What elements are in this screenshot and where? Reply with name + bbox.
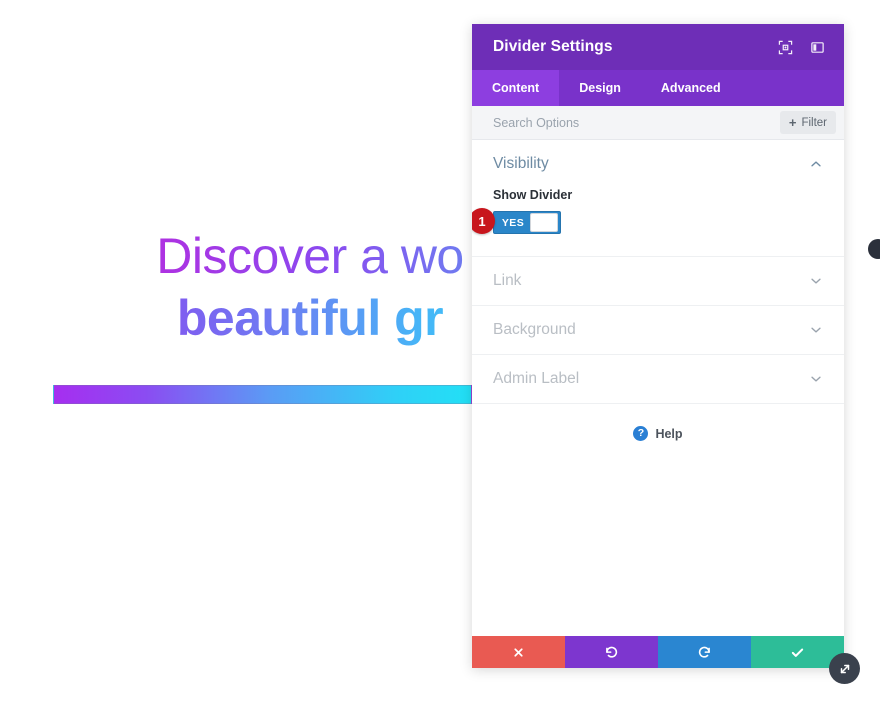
group-title-visibility: Visibility	[493, 155, 549, 172]
toggle-knob[interactable]	[530, 213, 558, 232]
filter-button[interactable]: + Filter	[779, 111, 836, 134]
chevron-down-icon[interactable]	[809, 372, 823, 386]
resize-handle[interactable]	[829, 653, 860, 684]
screen: Discover a wo beautiful gr Divider Setti…	[0, 0, 880, 704]
group-title-admin-label: Admin Label	[493, 370, 580, 387]
settings-group-link: Link	[472, 257, 844, 306]
show-divider-label: Show Divider	[493, 188, 573, 202]
modal-header: Divider Settings	[472, 24, 844, 70]
chevron-up-icon[interactable]	[809, 157, 823, 171]
modal-title: Divider Settings	[493, 38, 613, 55]
help-icon: ?	[633, 426, 649, 441]
group-title-background: Background	[493, 321, 576, 338]
page-edge-handle[interactable]	[868, 239, 880, 259]
tab-advanced[interactable]: Advanced	[641, 70, 741, 106]
filter-button-label: Filter	[801, 116, 827, 129]
divider-settings-modal: Divider Settings Content Design Advanced…	[472, 24, 844, 668]
step-badge-1: 1	[472, 208, 495, 234]
tab-content[interactable]: Content	[472, 70, 560, 106]
search-input[interactable]	[493, 115, 780, 130]
group-header-visibility[interactable]: Visibility	[472, 140, 844, 188]
focus-mode-icon[interactable]	[774, 36, 796, 58]
settings-group-background: Background	[472, 306, 844, 355]
modal-footer	[472, 636, 844, 668]
group-header-background[interactable]: Background	[472, 306, 844, 354]
help-label: Help	[655, 426, 683, 441]
chevron-down-icon[interactable]	[809, 274, 823, 288]
plus-icon: +	[788, 115, 797, 130]
group-title-link: Link	[493, 272, 522, 289]
group-body-visibility: Show Divider 1 YES	[472, 188, 844, 256]
dock-panel-icon[interactable]	[806, 36, 828, 58]
cancel-button[interactable]	[472, 636, 565, 668]
undo-button[interactable]	[565, 636, 658, 668]
divider-module[interactable]	[53, 385, 472, 404]
show-divider-toggle[interactable]: YES	[493, 211, 561, 234]
toggle-value-label: YES	[501, 216, 525, 229]
group-header-admin-label[interactable]: Admin Label	[472, 355, 844, 403]
search-bar: + Filter	[472, 106, 844, 140]
redo-button[interactable]	[658, 636, 751, 668]
modal-tabbar: Content Design Advanced	[472, 70, 844, 106]
settings-group-visibility: Visibility Show Divider 1 YES	[472, 140, 844, 257]
chevron-down-icon[interactable]	[809, 323, 823, 337]
modal-body: Visibility Show Divider 1 YES Link Backg…	[472, 140, 844, 636]
tab-content-label: Content	[492, 81, 540, 95]
tab-design[interactable]: Design	[559, 70, 641, 106]
show-divider-toggle-wrap: 1 YES	[472, 208, 561, 234]
help-link[interactable]: ? Help	[472, 404, 844, 441]
settings-group-admin-label: Admin Label	[472, 355, 844, 404]
tab-design-label: Design	[579, 81, 621, 95]
group-header-link[interactable]: Link	[472, 257, 844, 305]
tab-advanced-label: Advanced	[660, 81, 721, 95]
